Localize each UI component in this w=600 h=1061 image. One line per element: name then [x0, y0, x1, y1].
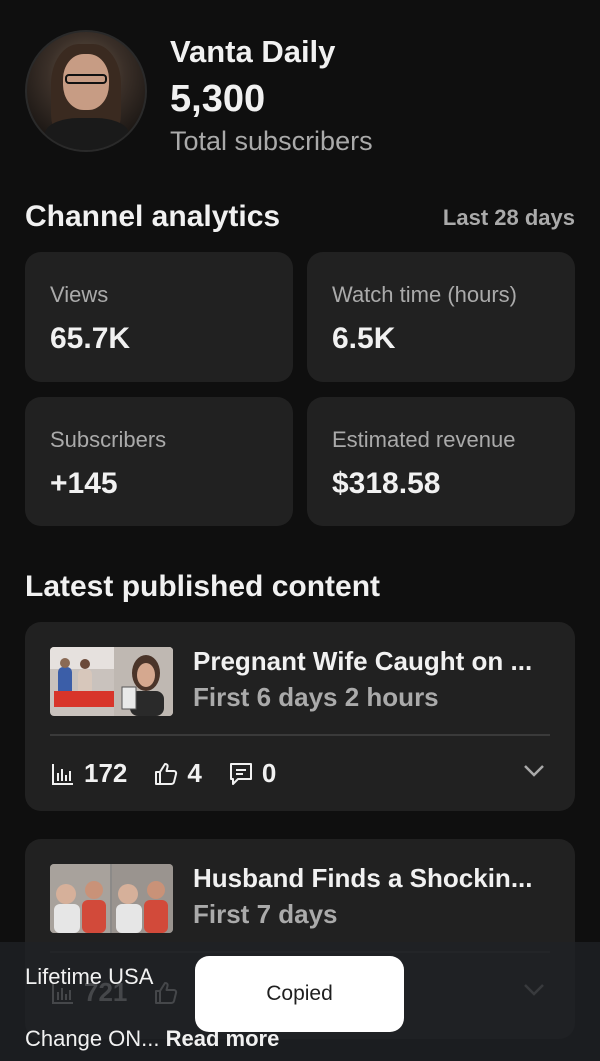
- video-stats: 172 4 0: [50, 758, 302, 789]
- video-thumbnail[interactable]: [50, 864, 173, 933]
- metric-card-revenue[interactable]: Estimated revenue $318.58: [307, 397, 575, 526]
- metric-label: Watch time (hours): [332, 282, 518, 307]
- channel-avatar[interactable]: [25, 30, 147, 152]
- video-title: Pregnant Wife Caught on ...: [193, 646, 533, 676]
- metric-value: $318.58: [332, 467, 441, 500]
- metric-value: +145: [50, 467, 118, 500]
- video-thumbnail[interactable]: [50, 647, 173, 716]
- analytics-range[interactable]: Last 28 days: [443, 205, 575, 231]
- likes-stat: 4: [153, 758, 202, 789]
- metric-card-watch-time[interactable]: Watch time (hours) 6.5K: [307, 252, 575, 382]
- metric-card-subscribers[interactable]: Subscribers +145: [25, 397, 293, 526]
- channel-name: Vanta Daily: [170, 34, 336, 69]
- analytics-title: Channel analytics: [25, 200, 281, 233]
- metric-label: Views: [50, 282, 109, 307]
- views-count: 172: [84, 758, 128, 788]
- content-card[interactable]: Pregnant Wife Caught on ... First 6 days…: [25, 622, 575, 811]
- latest-content-title: Latest published content: [25, 570, 381, 603]
- bar-chart-icon: [52, 763, 73, 785]
- caption-text: Change ON...: [25, 1026, 160, 1051]
- subscriber-count: 5,300: [170, 78, 266, 120]
- video-period: First 6 days 2 hours: [193, 682, 439, 712]
- metric-card-views[interactable]: Views 65.7K: [25, 252, 293, 382]
- views-stat: 172: [50, 758, 127, 789]
- video-period: First 7 days: [193, 899, 338, 929]
- comment-icon: [229, 762, 252, 785]
- metric-label: Subscribers: [50, 427, 167, 452]
- video-title: Husband Finds a Shockin...: [193, 863, 533, 893]
- thumbs-up-icon: [155, 762, 178, 785]
- channel-header: Vanta Daily 5,300 Total subscribers: [25, 30, 585, 160]
- likes-count: 4: [187, 758, 202, 788]
- copied-toast: Copied: [195, 956, 404, 1032]
- metric-label: Estimated revenue: [332, 427, 516, 452]
- metric-value: 65.7K: [50, 322, 131, 355]
- comments-stat: 0: [228, 758, 276, 789]
- metric-value: 6.5K: [332, 322, 396, 355]
- divider: [50, 734, 550, 736]
- comments-count: 0: [261, 758, 277, 788]
- caption-line-1: Lifetime USA: [25, 964, 154, 989]
- subscriber-label: Total subscribers: [170, 126, 373, 156]
- chevron-down-icon[interactable]: [523, 764, 545, 778]
